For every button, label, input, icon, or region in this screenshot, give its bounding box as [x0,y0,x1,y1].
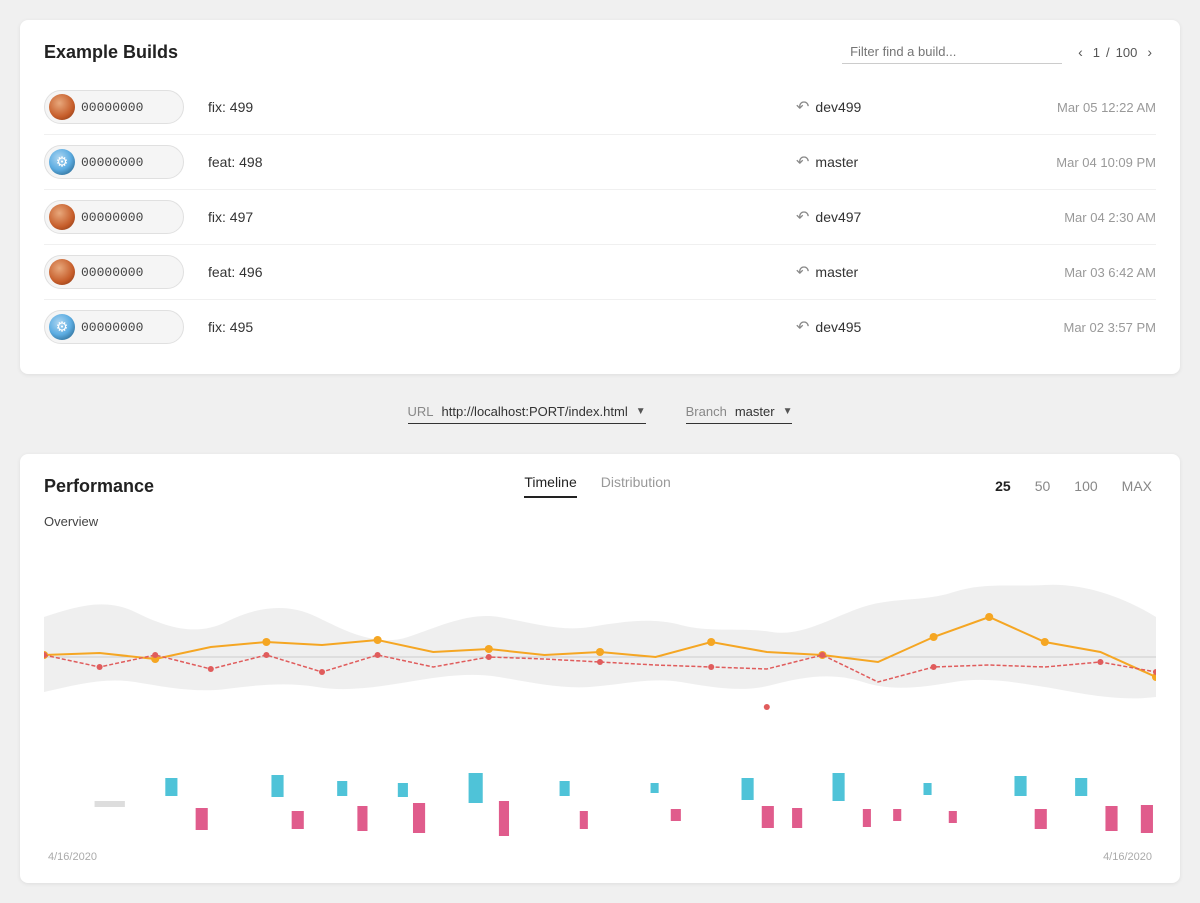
performance-section: Performance Timeline Distribution 25 50 … [20,454,1180,883]
branch-icon: ↶ [796,97,809,117]
table-row[interactable]: 00000000 fix: 495 ↶ dev495 Mar 02 3:57 P… [44,300,1156,354]
tab-distribution[interactable]: Distribution [601,474,671,498]
performance-title: Performance [44,476,204,497]
branch-icon: ↶ [796,262,809,282]
tab-timeline[interactable]: Timeline [524,474,576,498]
build-branch: ↶ dev499 [796,97,976,117]
pagination-next-button[interactable]: › [1143,42,1156,62]
range-100-button[interactable]: 100 [1070,476,1101,496]
timeline-chart: 100 80 60 40 20 0 [44,537,1156,757]
build-id-badge: 00000000 [44,310,184,344]
build-name: feat: 496 [184,264,796,280]
date-row: 4/16/2020 4/16/2020 [44,851,1156,863]
table-row[interactable]: 00000000 feat: 496 ↶ master Mar 03 6:42 … [44,245,1156,300]
branch-selector[interactable]: Branch master ▼ [686,404,793,424]
avatar [49,259,75,285]
branch-value: master [735,404,775,419]
build-name: fix: 499 [184,99,796,115]
filter-input[interactable] [842,40,1062,64]
branch-label: Branch [686,404,727,419]
avatar [49,204,75,230]
avatar [49,314,75,340]
bar-chart-svg [44,773,1156,843]
build-date: Mar 05 12:22 AM [976,100,1156,115]
branch-name: dev497 [815,209,861,225]
bar-chart [44,773,1156,843]
branch-icon: ↶ [796,152,809,172]
branch-name: master [815,264,858,280]
table-row[interactable]: 00000000 fix: 499 ↶ dev499 Mar 05 12:22 … [44,80,1156,135]
range-25-button[interactable]: 25 [991,476,1015,496]
build-branch: ↶ master [796,262,976,282]
performance-header: Performance Timeline Distribution 25 50 … [44,474,1156,498]
build-date: Mar 02 3:57 PM [976,320,1156,335]
build-name: fix: 495 [184,319,796,335]
builds-section: Example Builds ‹ 1 / 100 › 00000000 fix:… [20,20,1180,374]
build-date: Mar 04 2:30 AM [976,210,1156,225]
build-branch: ↶ dev497 [796,207,976,227]
build-id-badge: 00000000 [44,90,184,124]
pagination-total: 100 [1116,45,1138,60]
build-hash: 00000000 [81,320,143,335]
build-date: Mar 04 10:09 PM [976,155,1156,170]
date-end: 4/16/2020 [1103,851,1152,863]
build-hash: 00000000 [81,100,143,115]
builds-header: Example Builds ‹ 1 / 100 › [44,40,1156,64]
url-selector[interactable]: URL http://localhost:PORT/index.html ▼ [408,404,646,424]
build-id-badge: 00000000 [44,145,184,179]
build-branch: ↶ dev495 [796,317,976,337]
performance-range: 25 50 100 MAX [991,476,1156,496]
build-hash: 00000000 [81,265,143,280]
pagination-separator: / [1106,45,1110,60]
build-date: Mar 03 6:42 AM [976,265,1156,280]
builds-header-right: ‹ 1 / 100 › [842,40,1156,64]
url-dropdown-icon: ▼ [636,406,646,417]
build-hash: 00000000 [81,210,143,225]
avatar [49,94,75,120]
build-name: fix: 497 [184,209,796,225]
builds-title: Example Builds [44,42,178,63]
pagination-prev-button[interactable]: ‹ [1074,42,1087,62]
branch-name: dev499 [815,99,861,115]
build-id-badge: 00000000 [44,255,184,289]
branch-icon: ↶ [796,207,809,227]
table-row[interactable]: 00000000 feat: 498 ↶ master Mar 04 10:09… [44,135,1156,190]
pagination: ‹ 1 / 100 › [1074,42,1156,62]
branch-name: master [815,154,858,170]
selectors-row: URL http://localhost:PORT/index.html ▼ B… [20,394,1180,434]
build-id-badge: 00000000 [44,200,184,234]
branch-icon: ↶ [796,317,809,337]
performance-tabs: Timeline Distribution [204,474,991,498]
branch-dropdown-icon: ▼ [783,406,793,417]
range-max-button[interactable]: MAX [1118,476,1156,496]
url-value: http://localhost:PORT/index.html [442,404,628,419]
avatar [49,149,75,175]
build-hash: 00000000 [81,155,143,170]
table-row[interactable]: 00000000 fix: 497 ↶ dev497 Mar 04 2:30 A… [44,190,1156,245]
build-branch: ↶ master [796,152,976,172]
date-start: 4/16/2020 [48,851,97,863]
branch-name: dev495 [815,319,861,335]
overview-label: Overview [44,514,1156,529]
range-50-button[interactable]: 50 [1031,476,1055,496]
chart-svg: 100 80 60 40 20 0 [44,537,1156,757]
pagination-current: 1 [1093,45,1100,60]
url-label: URL [408,404,434,419]
build-name: feat: 498 [184,154,796,170]
